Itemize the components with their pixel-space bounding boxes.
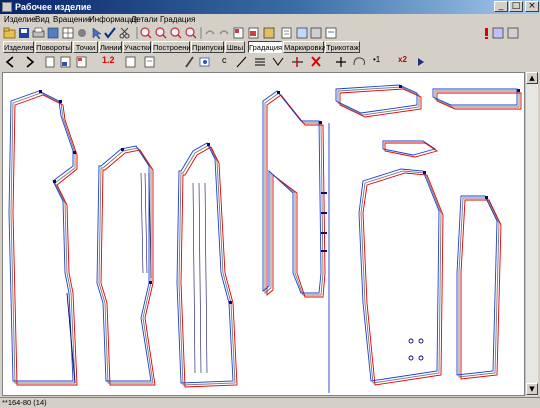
scroll-down-icon[interactable]: ▼	[526, 383, 538, 395]
play-icon[interactable]	[418, 58, 424, 66]
menu-item-grading[interactable]: Градация	[160, 14, 195, 25]
pattern-piece-back[interactable]	[262, 90, 330, 393]
measure-icon[interactable]	[281, 27, 292, 39]
pattern-piece-band[interactable]	[382, 140, 439, 158]
tab-lines[interactable]: Линии	[99, 41, 122, 53]
zoom-out-icon[interactable]	[155, 27, 167, 39]
check-icon[interactable]	[104, 27, 116, 39]
tab-seams[interactable]: Швы	[225, 41, 245, 53]
close-button[interactable]: ×	[525, 1, 539, 12]
pattern-piece-upper-sleeve[interactable]	[358, 168, 444, 386]
layers-icon[interactable]	[507, 27, 519, 39]
minimize-button[interactable]: _	[494, 1, 508, 12]
grading-toolbar: 1.2 c •1 x2	[0, 54, 540, 69]
tab-bar: Изделие Повороты Точки Линии Участки Пос…	[0, 41, 540, 54]
menu-item-view[interactable]: Вид	[35, 14, 49, 25]
menu-bar: Изделие Вид Вращение Информация Детали Г…	[0, 14, 540, 25]
zoom-window-icon[interactable]	[185, 27, 197, 39]
select-arrow-icon[interactable]	[92, 27, 102, 40]
title-bar: Рабочее изделие _ □ ×	[0, 0, 540, 14]
pattern-piece-collar[interactable]	[335, 84, 422, 118]
status-bar: **164-80 (14)	[0, 397, 540, 408]
info-icon[interactable]	[310, 27, 322, 39]
menu-item-details[interactable]: Детали	[131, 14, 158, 25]
tab-segments[interactable]: Участки	[123, 41, 152, 53]
tab-marking[interactable]: Маркировка	[283, 41, 326, 53]
app-icon	[2, 2, 12, 12]
tab-grading[interactable]: Градация	[248, 41, 282, 53]
table-icon[interactable]	[296, 27, 308, 39]
vertical-scrollbar[interactable]: ▲ ▼	[525, 72, 538, 396]
compare-icon[interactable]	[492, 27, 504, 39]
zoom-in-icon[interactable]	[140, 27, 152, 39]
open-folder-icon[interactable]	[3, 27, 16, 39]
pattern-canvas[interactable]	[2, 72, 525, 396]
circle-icon[interactable]	[78, 29, 86, 37]
pattern-piece-flap[interactable]	[432, 88, 522, 110]
maximize-button[interactable]: □	[509, 1, 523, 12]
window-title: Рабочее изделие	[15, 2, 92, 12]
pattern-piece-side-front[interactable]	[96, 145, 156, 386]
tab-knitwear[interactable]: Трикотаж	[325, 41, 360, 53]
scissors-icon[interactable]	[119, 27, 130, 39]
undo-icon[interactable]	[205, 30, 215, 35]
main-toolbar	[0, 25, 540, 41]
tab-constructions[interactable]: Построения	[152, 41, 195, 53]
menu-item-rotation[interactable]: Вращение	[53, 14, 92, 25]
notes-icon[interactable]	[325, 27, 337, 39]
tab-rotations[interactable]: Повороты	[35, 41, 72, 53]
pattern-piece-under-sleeve[interactable]	[456, 195, 502, 380]
size-indicator: **164-80 (14)	[2, 398, 47, 407]
pattern-piece-side-back[interactable]	[176, 142, 238, 388]
settings-icon[interactable]	[47, 27, 59, 39]
new-piece-icon[interactable]	[233, 27, 244, 39]
copy-piece-icon[interactable]	[248, 27, 259, 39]
paste-piece-icon[interactable]	[263, 27, 275, 39]
zoom-fit-icon[interactable]	[170, 27, 182, 39]
print-icon[interactable]	[32, 27, 45, 38]
warning-icon[interactable]	[485, 28, 488, 39]
grid-icon[interactable]	[62, 27, 74, 39]
save-icon[interactable]	[19, 28, 29, 38]
scroll-up-icon[interactable]: ▲	[526, 72, 538, 84]
redo-icon[interactable]	[219, 30, 229, 35]
tab-product[interactable]: Изделие	[3, 41, 34, 53]
tab-points[interactable]: Точки	[73, 41, 98, 53]
menu-item-product[interactable]: Изделие	[4, 14, 36, 25]
tab-allowances[interactable]: Припуски	[191, 41, 225, 53]
pattern-piece-front[interactable]	[8, 90, 78, 386]
